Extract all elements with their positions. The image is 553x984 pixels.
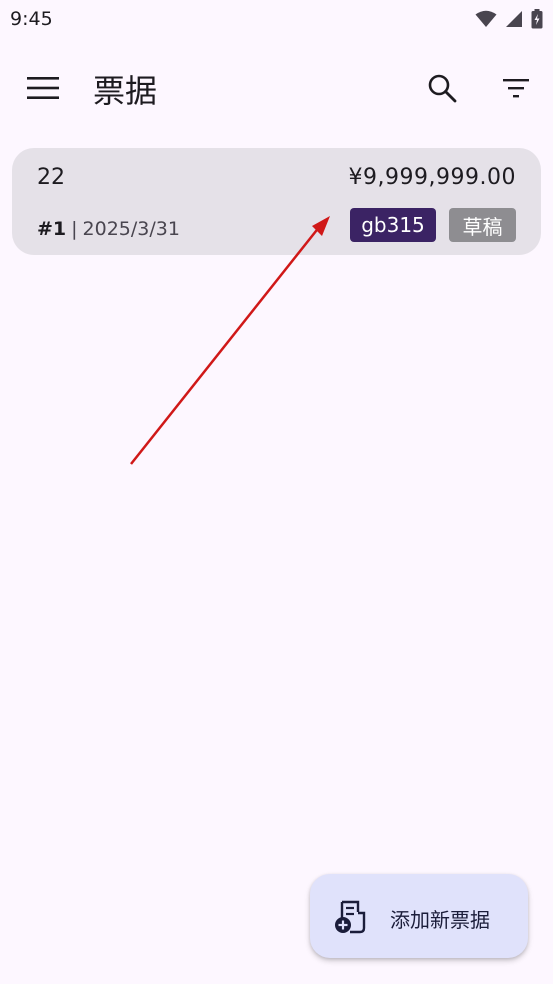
invoice-card[interactable]: 22 ¥9,999,999.00 #1 | 2025/3/31 gb315 草稿	[12, 148, 541, 255]
filter-button[interactable]	[492, 64, 540, 112]
status-icons	[475, 9, 543, 29]
search-button[interactable]	[418, 64, 466, 112]
invoice-name: 22	[37, 165, 65, 190]
add-invoice-label: 添加新票据	[390, 908, 490, 932]
menu-button[interactable]	[19, 64, 67, 112]
signal-icon	[506, 11, 522, 27]
status-time: 9:45	[10, 8, 53, 30]
add-invoice-button[interactable]: 添加新票据	[310, 874, 528, 958]
invoice-number: #1	[37, 218, 67, 240]
top-app-bar: 票据	[0, 50, 553, 126]
invoice-amount: ¥9,999,999.00	[348, 165, 516, 190]
invoice-date: 2025/3/31	[82, 218, 180, 240]
wifi-icon	[475, 10, 497, 27]
search-icon	[428, 74, 457, 103]
filter-icon	[503, 79, 529, 98]
tag-chip: gb315	[350, 208, 436, 242]
battery-icon	[531, 9, 543, 29]
menu-icon	[27, 77, 59, 99]
page-title: 票据	[93, 72, 158, 110]
meta-separator: |	[71, 218, 78, 240]
status-chip: 草稿	[449, 208, 516, 242]
invoice-meta: #1 | 2025/3/31	[37, 218, 180, 240]
add-receipt-icon	[335, 900, 366, 934]
status-bar: 9:45	[0, 0, 553, 38]
